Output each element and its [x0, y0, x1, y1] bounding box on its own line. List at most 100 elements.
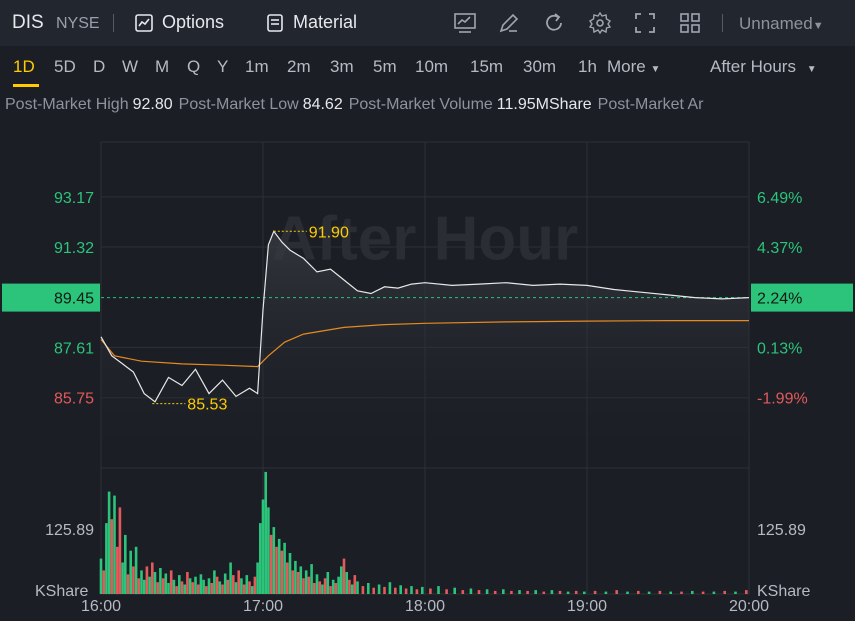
volume-bar [583, 591, 586, 594]
volume-bar [477, 590, 481, 594]
fullscreen-icon[interactable] [633, 11, 657, 35]
volume-bar [348, 579, 351, 594]
volume-bar [356, 581, 359, 594]
volume-bar [226, 579, 230, 594]
volume-bar [296, 572, 300, 594]
toolbar-divider [722, 14, 723, 32]
volume-bar [240, 578, 243, 595]
current-price-label: 89.45 [54, 291, 94, 308]
volume-bar [453, 587, 456, 594]
period-15m[interactable]: 15m [470, 57, 503, 77]
volume-bar [107, 491, 111, 594]
session-dropdown[interactable]: After Hours ▼ [710, 57, 817, 77]
volume-bar [277, 538, 281, 594]
period-y[interactable]: Y [217, 57, 228, 77]
volume-bar [669, 591, 672, 594]
period-1m[interactable]: 1m [245, 57, 269, 77]
period-3m[interactable]: 3m [330, 57, 354, 77]
period-m[interactable]: M [155, 57, 169, 77]
period-2m[interactable]: 2m [287, 57, 311, 77]
more-label: More [607, 57, 646, 76]
volume-bar [542, 591, 546, 594]
volume-bar [383, 586, 386, 594]
volume-bar [121, 562, 124, 594]
volume-bar [566, 591, 570, 594]
volume-bar [145, 566, 149, 594]
y-axis-tick-label: 93.17 [54, 190, 94, 207]
volume-bar [302, 578, 305, 595]
volume-bar [172, 579, 176, 594]
settings-icon[interactable] [588, 11, 612, 35]
volume-bar [126, 574, 130, 594]
period-30m[interactable]: 30m [523, 57, 556, 77]
volume-bar [318, 581, 321, 594]
grid-layout-icon[interactable] [678, 11, 702, 35]
volume-bar [637, 590, 640, 594]
stat-value: 92.80 [132, 96, 173, 113]
volume-bar [502, 589, 505, 594]
period-w[interactable]: W [122, 57, 138, 77]
volume-bar [153, 572, 157, 594]
chart-indicator-icon[interactable] [453, 11, 477, 35]
volume-bar [237, 570, 240, 594]
volume-bar [105, 523, 108, 594]
volume-bar [259, 523, 262, 594]
volume-bar [234, 582, 238, 594]
period-q[interactable]: Q [187, 57, 200, 77]
volume-bar [267, 507, 270, 594]
current-percent-badge [751, 283, 853, 312]
volume-bar [712, 591, 716, 594]
volume-bar [331, 579, 335, 594]
period-1d[interactable]: 1D [13, 57, 35, 77]
period-1h[interactable]: 1h [578, 57, 597, 77]
volume-bar [169, 570, 173, 594]
period-5d[interactable]: 5D [54, 57, 76, 77]
volume-bar [377, 584, 381, 594]
period-d[interactable]: D [93, 57, 105, 77]
options-button[interactable]: Options [134, 12, 224, 33]
volume-axis-label-right: 125.89 [757, 522, 806, 539]
price-line [100, 230, 750, 403]
volume-bar [110, 519, 114, 594]
volume-bar [321, 584, 324, 594]
post-market-stats: Post-Market High 92.80 Post-Market Low 84.6… [0, 96, 855, 120]
more-periods-dropdown[interactable]: More ▼ [607, 57, 660, 77]
volume-bar [367, 583, 370, 594]
y-axis-tick-label: 87.61 [54, 340, 94, 357]
volume-bar [283, 542, 286, 594]
refresh-icon[interactable] [542, 11, 566, 35]
volume-bar [361, 586, 365, 594]
volume-bar [734, 591, 737, 594]
volume-bar [253, 576, 257, 594]
volume-bar [194, 576, 197, 594]
volume-bar [345, 572, 348, 594]
volume-bar [232, 575, 235, 594]
volume-bar [207, 578, 211, 595]
volume-bar [256, 562, 259, 594]
period-5m[interactable]: 5m [373, 57, 397, 77]
material-icon [267, 13, 283, 32]
stat-value: 84.62 [302, 96, 343, 113]
volume-bar [134, 546, 138, 595]
layout-selector[interactable]: Unnamed▼ [739, 14, 824, 34]
x-axis-tick-label: 19:00 [567, 598, 607, 615]
volume-bar [334, 583, 338, 594]
volume-bar [372, 587, 375, 594]
y-axis-tick-label: 85.75 [54, 391, 94, 408]
material-button[interactable]: Material [265, 12, 357, 33]
volume-bar [353, 575, 357, 594]
volume-bar [223, 573, 227, 594]
stat-label: Post-Market High [5, 96, 129, 113]
volume-bar [574, 590, 578, 594]
volume-bar [142, 579, 146, 594]
volume-bar [118, 507, 122, 594]
average-price-line [100, 320, 749, 368]
volume-bar [745, 590, 748, 594]
volume-bar [221, 584, 224, 594]
period-10m[interactable]: 10m [415, 57, 448, 77]
volume-bar [429, 588, 432, 594]
ticker-symbol[interactable]: DIS [12, 12, 44, 34]
volume-bar [404, 588, 408, 594]
draw-icon[interactable] [497, 11, 521, 35]
price-annotation: 85.53 [187, 397, 227, 414]
